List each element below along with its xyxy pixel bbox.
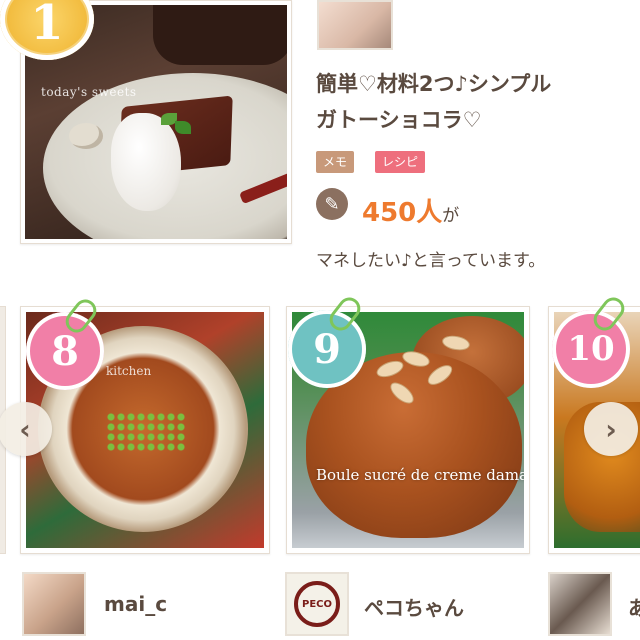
rank-badge-10: 10 (552, 310, 630, 388)
recipe-title-line-2: ガトーショコラ♡ (316, 108, 482, 132)
rank-badge-9: 9 (288, 310, 366, 388)
recipe-tag[interactable]: レシピ (375, 151, 426, 173)
pen-paper-icon: ✎ (316, 188, 348, 220)
whipped-cream-image (111, 113, 181, 211)
cake-background-image (153, 5, 287, 65)
mane-count-suffix: が (442, 206, 460, 226)
mint-leaf-image (175, 121, 191, 134)
photo-caption: Boule sucré de creme damande (316, 466, 524, 484)
recipe-title-link[interactable]: 簡単♡材料2つ♪シンプル ガトーショコラ♡ (316, 66, 626, 138)
recipe-title-line-1: 簡単♡材料2つ♪シンプル (316, 72, 552, 96)
carousel-prev-button[interactable]: ‹ (0, 402, 52, 456)
peco-logo-icon: PECO (294, 581, 340, 627)
carousel-next-button[interactable]: › (584, 402, 638, 456)
author-avatar[interactable] (548, 572, 612, 636)
chevron-right-icon: › (605, 412, 617, 446)
author-name[interactable]: mai_c (104, 592, 167, 616)
mane-count: 450人が (362, 192, 459, 229)
author-avatar[interactable] (317, 0, 393, 50)
author-avatar-mai-c[interactable] (22, 572, 86, 636)
mane-description: マネしたい♪と言っています。 (316, 251, 546, 271)
author-name[interactable]: あ (628, 592, 640, 621)
hedgehog-figurine-image (69, 123, 103, 149)
scallion-topping-image (106, 412, 186, 452)
photo-caption: kitchen (106, 364, 152, 378)
author-avatar-peco[interactable]: PECO (285, 572, 349, 636)
author-name[interactable]: ペコちゃん (364, 592, 464, 621)
chevron-left-icon: ‹ (19, 412, 31, 446)
photo-caption: today's sweets (41, 85, 137, 99)
memo-tag[interactable]: メモ (316, 151, 355, 173)
mane-count-value: 450人 (362, 198, 443, 228)
